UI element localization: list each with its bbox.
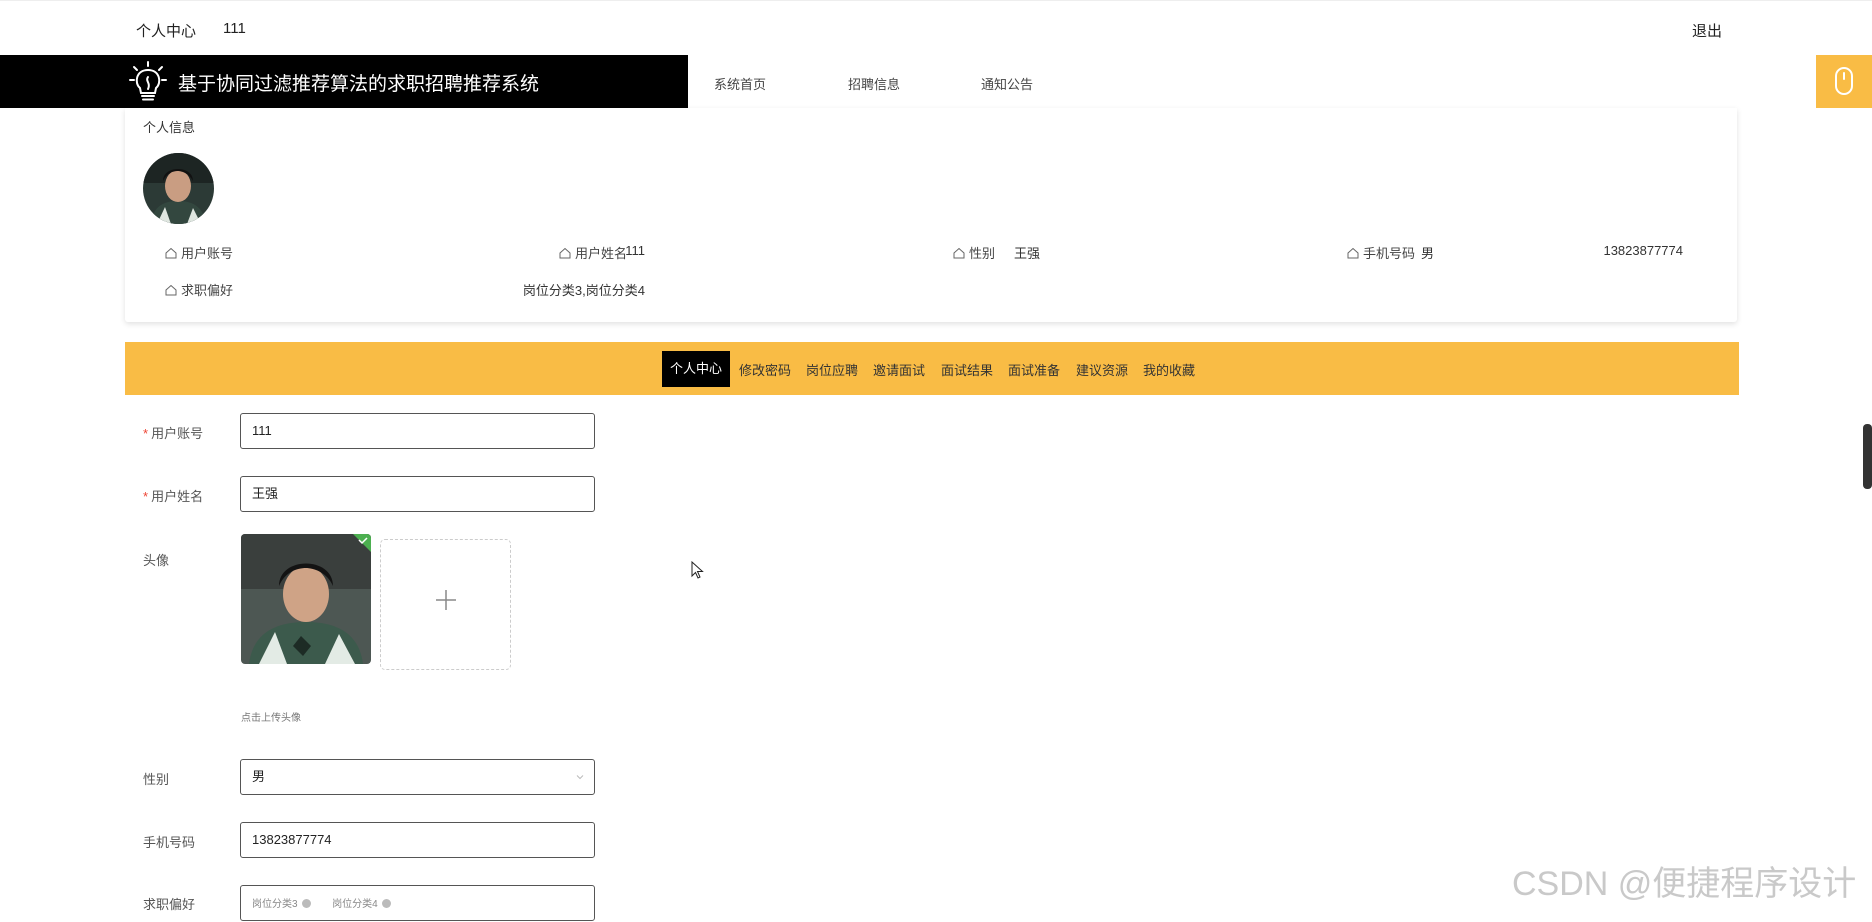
tab-suggested-resources[interactable]: 建议资源	[1076, 360, 1128, 379]
info-phone-value: 13823877774	[1603, 243, 1683, 258]
preference-label: 求职偏好	[143, 897, 196, 912]
tab-personal-center[interactable]: 个人中心	[662, 351, 731, 387]
name-label: * 用户姓名	[143, 489, 204, 504]
phone-input[interactable]: 13823877774	[240, 822, 595, 858]
avatar-upload-thumbnail[interactable]	[241, 534, 371, 664]
logout-link[interactable]: 退出	[1692, 20, 1722, 41]
profile-avatar	[143, 153, 214, 224]
preference-tag: 岗位分类3	[252, 888, 311, 922]
personal-center-link[interactable]: 个人中心	[136, 20, 196, 41]
avatar-upload-hint: 点击上传头像	[241, 713, 301, 724]
scrollbar-thumb[interactable]	[1863, 424, 1872, 489]
tag-close-icon[interactable]	[301, 899, 311, 908]
nav-recruitment[interactable]: 招聘信息	[848, 74, 900, 93]
house-icon	[165, 284, 177, 296]
profile-card: 个人信息 用户账号 111 用户姓名 王强 性别 男 手机号码 13823877…	[125, 108, 1737, 322]
info-name-label: 用户姓名	[559, 243, 627, 262]
account-label: * 用户账号	[143, 426, 204, 441]
house-icon	[559, 247, 571, 259]
brand-header: 基于协同过滤推荐算法的求职招聘推荐系统	[0, 55, 688, 108]
info-preference-value: 岗位分类3,岗位分类4	[522, 283, 645, 298]
tab-interview-preparation[interactable]: 面试准备	[1008, 360, 1060, 379]
avatar-label: 头像	[143, 553, 170, 568]
tab-interview-results[interactable]: 面试结果	[941, 360, 993, 379]
system-title: 基于协同过滤推荐算法的求职招聘推荐系统	[178, 74, 540, 95]
house-icon	[1347, 247, 1359, 259]
tab-interview-invitations[interactable]: 邀请面试	[873, 360, 925, 379]
info-account-label: 用户账号	[165, 243, 233, 262]
info-preference-label: 求职偏好	[165, 280, 233, 299]
user-tab-bar: 个人中心 修改密码 岗位应聘 邀请面试 面试结果 面试准备 建议资源 我的收藏	[125, 342, 1739, 395]
tab-my-favorites[interactable]: 我的收藏	[1143, 360, 1195, 379]
phone-label: 手机号码	[143, 835, 196, 850]
lightbulb-logo-icon	[129, 61, 167, 101]
tab-job-applications[interactable]: 岗位应聘	[806, 360, 858, 379]
name-input[interactable]: 王强	[240, 476, 595, 512]
side-float-button[interactable]	[1816, 55, 1872, 108]
watermark: CSDN @便捷程序设计	[1512, 865, 1857, 903]
profile-heading: 个人信息	[143, 120, 196, 135]
account-input[interactable]: 111	[240, 413, 595, 449]
house-icon	[165, 247, 177, 259]
preference-select[interactable]: 岗位分类3 岗位分类4	[240, 885, 595, 921]
house-icon	[953, 247, 965, 259]
tab-change-password[interactable]: 修改密码	[739, 360, 791, 379]
top-bar: 个人中心 111 退出	[0, 0, 1872, 55]
gender-select-value: 男	[252, 769, 266, 784]
avatar-upload-add-button[interactable]	[380, 539, 511, 670]
info-gender-label: 性别	[953, 243, 995, 262]
nav-announcements[interactable]: 通知公告	[981, 74, 1033, 93]
info-phone-label: 手机号码	[1347, 243, 1415, 262]
mouse-icon	[1835, 67, 1853, 95]
chevron-down-icon	[576, 775, 584, 780]
mouse-cursor-icon	[691, 561, 704, 579]
gender-select[interactable]: 男	[240, 759, 595, 795]
gender-label: 性别	[143, 772, 170, 787]
nav-home[interactable]: 系统首页	[714, 74, 766, 93]
preference-tag: 岗位分类4	[332, 888, 391, 922]
plus-icon	[436, 590, 456, 610]
tag-close-icon[interactable]	[381, 899, 391, 908]
current-username: 111	[223, 20, 246, 37]
